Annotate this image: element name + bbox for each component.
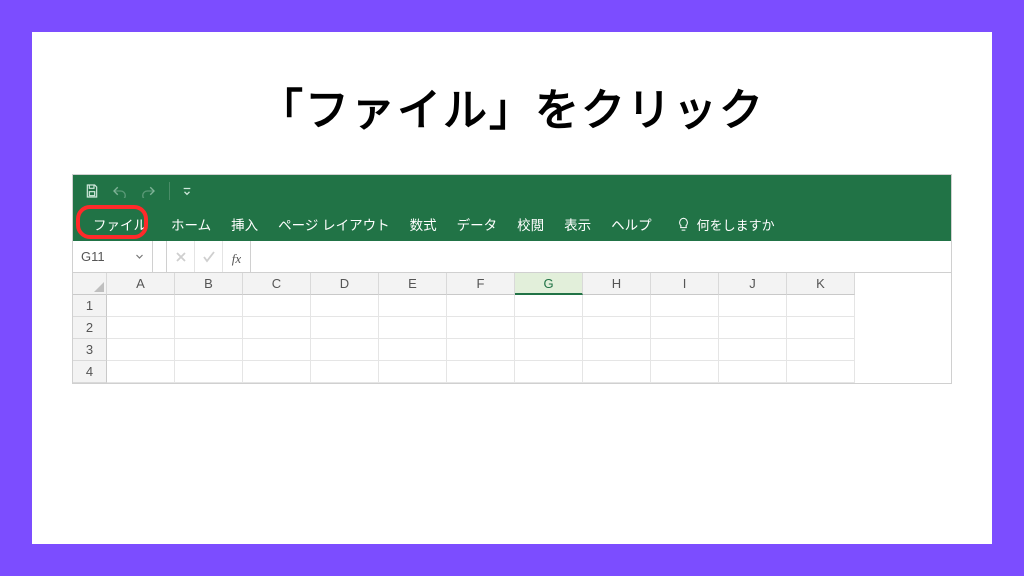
- tutorial-slide: 「ファイル」をクリック: [32, 32, 992, 544]
- cell-J3[interactable]: [719, 339, 787, 361]
- qa-customize-caret[interactable]: [182, 182, 192, 200]
- cell-H1[interactable]: [583, 295, 651, 317]
- cell-D2[interactable]: [311, 317, 379, 339]
- cell-B4[interactable]: [175, 361, 243, 383]
- cell-K3[interactable]: [787, 339, 855, 361]
- formula-bar-gap: [153, 241, 167, 272]
- column-header-C[interactable]: C: [243, 273, 311, 295]
- column-header-B[interactable]: B: [175, 273, 243, 295]
- cell-E4[interactable]: [379, 361, 447, 383]
- cell-D1[interactable]: [311, 295, 379, 317]
- column-header-I[interactable]: I: [651, 273, 719, 295]
- cell-K4[interactable]: [787, 361, 855, 383]
- column-header-K[interactable]: K: [787, 273, 855, 295]
- redo-icon[interactable]: [139, 182, 157, 200]
- cell-I2[interactable]: [651, 317, 719, 339]
- row-header-2[interactable]: 2: [73, 317, 107, 339]
- cell-D3[interactable]: [311, 339, 379, 361]
- cancel-formula-icon[interactable]: [167, 241, 195, 272]
- tab-insert[interactable]: 挿入: [221, 208, 268, 240]
- cell-A3[interactable]: [107, 339, 175, 361]
- name-box-caret-icon: [135, 249, 144, 264]
- qa-separator: [169, 182, 170, 200]
- row-header-4[interactable]: 4: [73, 361, 107, 383]
- cell-F1[interactable]: [447, 295, 515, 317]
- column-header-A[interactable]: A: [107, 273, 175, 295]
- tab-data[interactable]: データ: [447, 208, 508, 240]
- formula-input[interactable]: [251, 241, 951, 272]
- row-header-1[interactable]: 1: [73, 295, 107, 317]
- cell-A2[interactable]: [107, 317, 175, 339]
- cell-K2[interactable]: [787, 317, 855, 339]
- ribbon-tabs: ファイル ホーム 挿入 ページ レイアウト 数式 データ 校閲 表示 ヘルプ 何…: [73, 207, 951, 241]
- name-box-value: G11: [81, 249, 105, 264]
- cell-C1[interactable]: [243, 295, 311, 317]
- cell-H2[interactable]: [583, 317, 651, 339]
- tell-me-search[interactable]: 何をしますか: [676, 215, 775, 234]
- excel-window: ファイル ホーム 挿入 ページ レイアウト 数式 データ 校閲 表示 ヘルプ 何…: [72, 174, 952, 384]
- column-header-F[interactable]: F: [447, 273, 515, 295]
- name-box[interactable]: G11: [73, 241, 153, 272]
- cell-B3[interactable]: [175, 339, 243, 361]
- tab-page-layout[interactable]: ページ レイアウト: [268, 208, 399, 240]
- cell-E3[interactable]: [379, 339, 447, 361]
- column-header-E[interactable]: E: [379, 273, 447, 295]
- cell-G3[interactable]: [515, 339, 583, 361]
- tell-me-label: 何をしますか: [697, 215, 775, 234]
- cell-B2[interactable]: [175, 317, 243, 339]
- cell-A1[interactable]: [107, 295, 175, 317]
- column-header-J[interactable]: J: [719, 273, 787, 295]
- save-icon[interactable]: [83, 182, 101, 200]
- column-header-G[interactable]: G: [515, 273, 583, 295]
- cell-J2[interactable]: [719, 317, 787, 339]
- tab-home[interactable]: ホーム: [161, 208, 221, 240]
- select-all-corner[interactable]: [73, 273, 107, 295]
- cell-C2[interactable]: [243, 317, 311, 339]
- cell-E1[interactable]: [379, 295, 447, 317]
- cell-K1[interactable]: [787, 295, 855, 317]
- cell-J4[interactable]: [719, 361, 787, 383]
- cell-H3[interactable]: [583, 339, 651, 361]
- tab-view[interactable]: 表示: [554, 208, 601, 240]
- cell-G2[interactable]: [515, 317, 583, 339]
- cell-F3[interactable]: [447, 339, 515, 361]
- cell-G4[interactable]: [515, 361, 583, 383]
- tab-formulas[interactable]: 数式: [400, 208, 447, 240]
- tab-help[interactable]: ヘルプ: [601, 208, 662, 240]
- cell-I1[interactable]: [651, 295, 719, 317]
- cell-A4[interactable]: [107, 361, 175, 383]
- cell-C4[interactable]: [243, 361, 311, 383]
- cell-F4[interactable]: [447, 361, 515, 383]
- undo-icon[interactable]: [111, 182, 129, 200]
- cell-F2[interactable]: [447, 317, 515, 339]
- cell-B1[interactable]: [175, 295, 243, 317]
- cell-H4[interactable]: [583, 361, 651, 383]
- instruction-headline: 「ファイル」をクリック: [72, 74, 952, 138]
- column-header-H[interactable]: H: [583, 273, 651, 295]
- cell-J1[interactable]: [719, 295, 787, 317]
- row-header-3[interactable]: 3: [73, 339, 107, 361]
- enter-formula-icon[interactable]: [195, 241, 223, 272]
- spreadsheet-grid[interactable]: ABCDEFGHIJK 1234: [73, 273, 951, 383]
- tab-review[interactable]: 校閲: [507, 208, 554, 240]
- fx-label[interactable]: fx: [223, 241, 251, 272]
- cell-I3[interactable]: [651, 339, 719, 361]
- cell-E2[interactable]: [379, 317, 447, 339]
- quick-access-toolbar: [73, 175, 951, 207]
- column-header-D[interactable]: D: [311, 273, 379, 295]
- formula-bar: G11 fx: [73, 241, 951, 273]
- cell-C3[interactable]: [243, 339, 311, 361]
- cell-G1[interactable]: [515, 295, 583, 317]
- cell-D4[interactable]: [311, 361, 379, 383]
- tab-file[interactable]: ファイル: [79, 209, 161, 239]
- cell-I4[interactable]: [651, 361, 719, 383]
